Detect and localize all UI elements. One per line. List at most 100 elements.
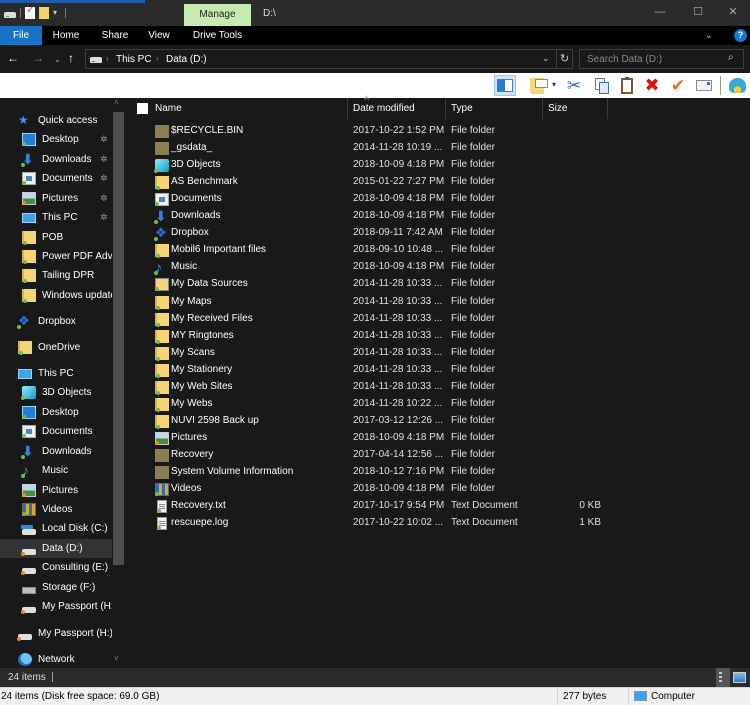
column-header-size[interactable]: Size: [548, 98, 567, 119]
nav-item[interactable]: Windows update: [0, 286, 112, 305]
minimize-button[interactable]: —: [645, 2, 675, 22]
properties-button[interactable]: ✔: [667, 75, 689, 96]
nav-pane-scrollbar[interactable]: ˄ ˅: [112, 98, 125, 668]
breadcrumb-separator[interactable]: ›: [106, 54, 109, 63]
file-row[interactable]: My Web Sites 2014-11-28 10:33 ... File fol…: [125, 379, 750, 396]
delete-button[interactable]: ✖: [641, 75, 663, 96]
nav-item[interactable]: ♪ Music: [0, 461, 112, 480]
file-row[interactable]: Documents 2018-10-09 4:18 PM File folder: [125, 191, 750, 208]
file-row[interactable]: Pictures 2018-10-09 4:18 PM File folder: [125, 430, 750, 447]
file-row[interactable]: My Stationery 2014-11-28 10:33 ... File fo…: [125, 362, 750, 379]
large-icons-view-button[interactable]: [733, 672, 746, 683]
file-row[interactable]: My Data Sources 2014-11-28 10:33 ... File …: [125, 276, 750, 293]
refresh-icon[interactable]: ↻: [560, 52, 569, 65]
nav-item[interactable]: OneDrive: [0, 338, 112, 357]
tab-file[interactable]: File: [0, 26, 42, 45]
file-row[interactable]: ⬇ Downloads 2018-10-09 4:18 PM File folder: [125, 208, 750, 225]
help-icon[interactable]: ?: [734, 29, 747, 42]
column-divider[interactable]: [607, 98, 608, 119]
file-row[interactable]: My Webs 2014-11-28 10:22 ... File folder: [125, 396, 750, 413]
customize-qat-dropdown-icon[interactable]: ▾: [53, 9, 61, 17]
pin-icon[interactable]: ✲: [100, 173, 108, 184]
navigation-pane-button[interactable]: [494, 75, 516, 96]
breadcrumb-separator[interactable]: ›: [156, 54, 159, 63]
file-row[interactable]: NUVI 2598 Back up 2017-03-12 12:26 ... Fil…: [125, 413, 750, 430]
search-icon[interactable]: ⌕: [728, 52, 734, 63]
nav-item[interactable]: Pictures: [0, 481, 112, 500]
tab-view[interactable]: View: [140, 26, 178, 45]
manage-context-tab[interactable]: Manage: [184, 4, 251, 26]
column-divider[interactable]: [542, 98, 543, 119]
tab-home[interactable]: Home: [44, 26, 88, 45]
nav-item[interactable]: Pictures ✲: [0, 189, 112, 208]
nav-item[interactable]: Videos: [0, 500, 112, 519]
forward-button[interactable]: →: [32, 52, 44, 64]
file-row[interactable]: 3D Objects 2018-10-09 4:18 PM File folder: [125, 157, 750, 174]
file-row[interactable]: ♪ Music 2018-10-09 4:18 PM File folder: [125, 259, 750, 276]
nav-item[interactable]: Power PDF Advanced: [0, 247, 112, 266]
nav-item[interactable]: Documents ✲: [0, 169, 112, 188]
scroll-thumb[interactable]: [113, 112, 124, 565]
column-header-date-modified[interactable]: Date modified: [353, 98, 415, 119]
maximize-button[interactable]: ☐: [683, 2, 713, 22]
nav-item[interactable]: This PC: [0, 364, 112, 383]
paste-button[interactable]: [616, 75, 638, 96]
nav-item[interactable]: Data (D:): [0, 539, 112, 558]
nav-item[interactable]: Storage (F:): [0, 578, 112, 597]
nav-item[interactable]: 3D Objects: [0, 383, 112, 402]
rename-button[interactable]: [693, 75, 715, 96]
breadcrumb-this-pc[interactable]: This PC: [116, 54, 152, 65]
nav-item[interactable]: Network: [0, 650, 112, 668]
nav-item[interactable]: Consulting (E:): [0, 558, 112, 577]
pin-icon[interactable]: ✲: [100, 193, 108, 204]
pin-icon[interactable]: ✲: [100, 154, 108, 165]
expand-ribbon-icon[interactable]: ⌄: [705, 30, 713, 41]
breadcrumb-data-d[interactable]: Data (D:): [166, 54, 207, 65]
select-all-checkbox[interactable]: [137, 103, 148, 114]
nav-item[interactable]: My Passport (H:): [0, 624, 112, 643]
close-button[interactable]: ✕: [718, 2, 748, 22]
file-row[interactable]: MY Ringtones 2014-11-28 10:33 ... File fol…: [125, 328, 750, 345]
file-row[interactable]: $RECYCLE.BIN 2017-10-22 1:52 PM File folde…: [125, 123, 750, 140]
nav-item[interactable]: ❖ Dropbox: [0, 312, 112, 331]
nav-item[interactable]: ⬇ Downloads: [0, 442, 112, 461]
tab-drive-tools[interactable]: Drive Tools: [184, 26, 251, 45]
nav-item[interactable]: ⬇ Downloads ✲: [0, 150, 112, 169]
properties-icon[interactable]: [25, 5, 35, 19]
file-row[interactable]: Recovery.txt 2017-10-17 9:54 PM Text Docum…: [125, 498, 750, 515]
column-header-type[interactable]: Type: [451, 98, 473, 119]
copy-button[interactable]: [590, 75, 612, 96]
nav-item[interactable]: This PC ✲: [0, 208, 112, 227]
address-bar[interactable]: › This PC › Data (D:) ⌄ ↻: [85, 49, 573, 69]
nav-item[interactable]: My Passport (H:): [0, 597, 112, 616]
details-view-button[interactable]: [716, 668, 730, 687]
tab-share[interactable]: Share: [94, 26, 136, 45]
file-row[interactable]: Videos 2018-10-09 4:18 PM File folder: [125, 481, 750, 498]
scroll-up-arrow-icon[interactable]: ˄: [114, 98, 119, 107]
nav-item[interactable]: Desktop: [0, 403, 112, 422]
column-divider[interactable]: [347, 98, 348, 119]
nav-item[interactable]: POB: [0, 228, 112, 247]
nav-item[interactable]: Tailing DPR: [0, 266, 112, 285]
file-row[interactable]: ❖ Dropbox 2018-09-11 7:42 AM File folder: [125, 225, 750, 242]
nav-item[interactable]: Desktop ✲: [0, 130, 112, 149]
column-divider[interactable]: [445, 98, 446, 119]
address-history-dropdown-icon[interactable]: ⌄: [542, 53, 550, 64]
column-header-name[interactable]: Name: [155, 98, 182, 119]
nav-item[interactable]: ★ Quick access: [0, 111, 112, 130]
cut-button[interactable]: ✂: [563, 75, 585, 96]
pin-icon[interactable]: ✲: [100, 134, 108, 145]
scroll-down-arrow-icon[interactable]: ˅: [114, 654, 119, 663]
search-input[interactable]: [580, 50, 725, 68]
nav-item[interactable]: Local Disk (C:): [0, 519, 112, 538]
recent-locations-button[interactable]: ⌄: [54, 54, 61, 66]
file-row[interactable]: Mobil6 Important files 2018-09-10 10:48 .…: [125, 242, 750, 259]
pin-icon[interactable]: ✲: [100, 212, 108, 223]
file-row[interactable]: _gsdata_ 2014-11-28 10:19 ... File folder: [125, 140, 750, 157]
file-row[interactable]: Recovery 2017-04-14 12:56 ... File folder: [125, 447, 750, 464]
new-folder-icon[interactable]: [39, 7, 49, 19]
file-row[interactable]: My Maps 2014-11-28 10:33 ... File folder: [125, 294, 750, 311]
file-row[interactable]: rescuepe.log 2017-10-22 10:02 ... Text Doc…: [125, 515, 750, 532]
back-button[interactable]: ←: [7, 52, 19, 64]
file-row[interactable]: System Volume Information 2018-10-12 7:16…: [125, 464, 750, 481]
